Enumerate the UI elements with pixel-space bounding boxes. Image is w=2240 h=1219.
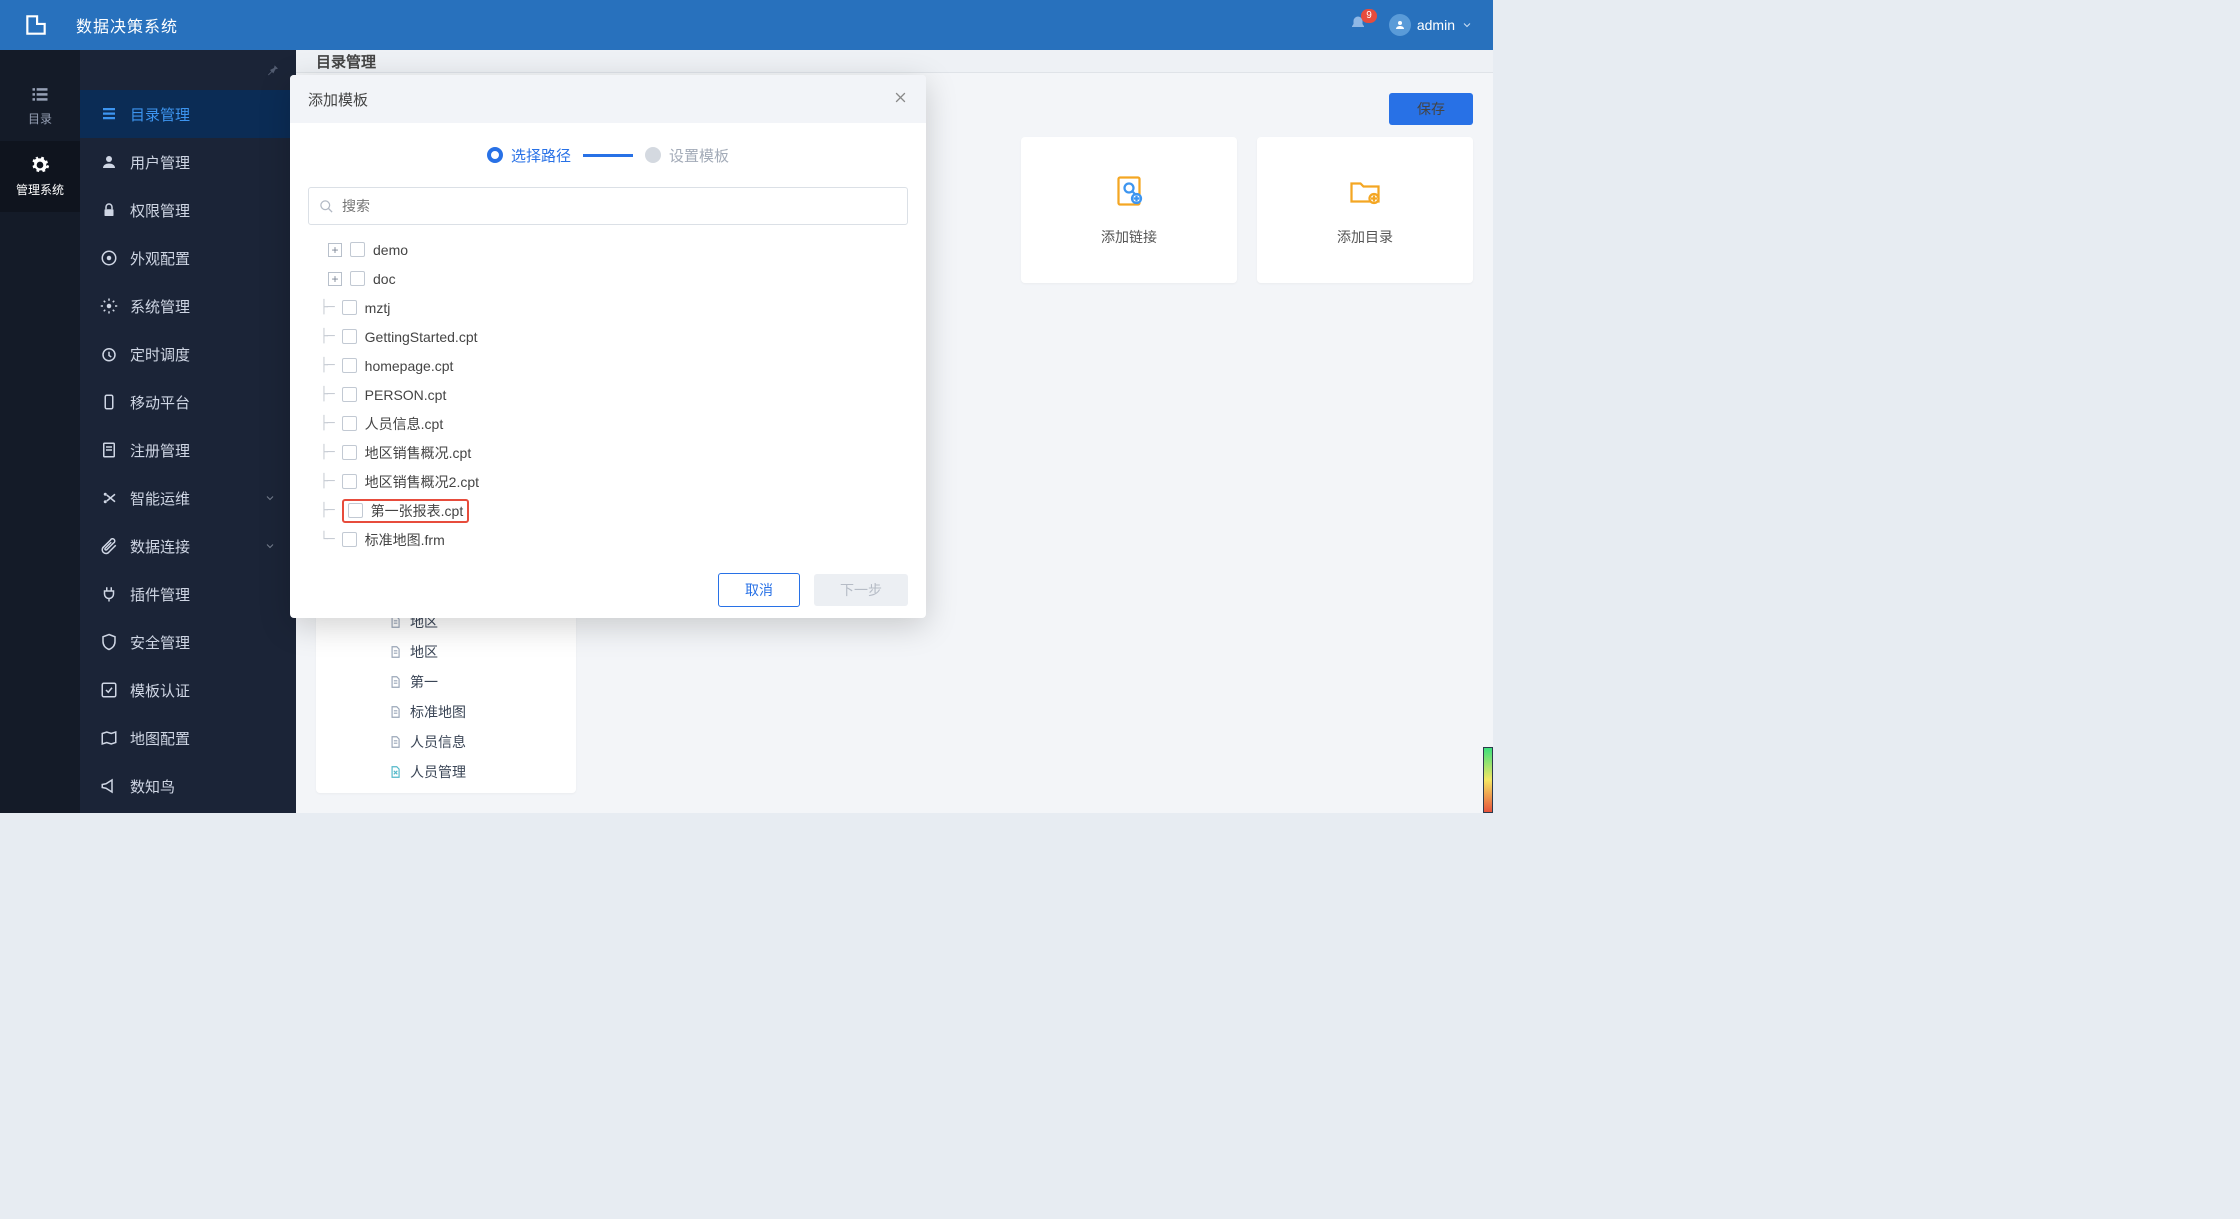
file-tree-node[interactable]: ├─mztj [308,293,908,322]
file-tree-node[interactable]: + doc [308,264,908,293]
cancel-button[interactable]: 取消 [718,573,800,607]
checkbox[interactable] [350,271,365,286]
next-button[interactable]: 下一步 [814,574,908,606]
step-dot-inactive-icon [645,147,661,163]
file-label: doc [373,271,396,287]
step-line [583,154,633,157]
checkbox[interactable] [342,416,357,431]
file-tree-node[interactable]: ├─地区销售概况2.cpt [308,467,908,496]
file-label: PERSON.cpt [365,387,447,403]
audio-meter [1483,747,1493,813]
file-tree-node[interactable]: └─标准地图.frm [308,525,908,554]
modal-search-input[interactable] [342,198,897,214]
file-tree-node[interactable]: ├─GettingStarted.cpt [308,322,908,351]
checkbox[interactable] [342,445,357,460]
modal-search[interactable] [308,187,908,225]
modal-steps: 选择路径 设置模板 [290,123,926,187]
file-tree-node[interactable]: ├─地区销售概况.cpt [308,438,908,467]
file-label: mztj [365,300,391,316]
file-tree-node[interactable]: + demo [308,235,908,264]
file-label: 地区销售概况.cpt [365,443,472,463]
checkbox[interactable] [342,300,357,315]
expand-icon[interactable]: + [328,272,342,286]
file-label: 标准地图.frm [365,530,445,550]
checkbox[interactable] [342,474,357,489]
file-tree-node[interactable]: ├─第一张报表.cpt [308,496,908,525]
expand-icon[interactable]: + [328,243,342,257]
file-label: 人员信息.cpt [365,414,444,434]
file-label: demo [373,242,408,258]
step2-label: 设置模板 [669,145,729,166]
add-template-modal: 添加模板 选择路径 设置模板 + demo + doc ├─mztj├─GettingS… [290,75,926,618]
checkbox[interactable] [342,532,357,547]
file-tree-node[interactable]: ├─homepage.cpt [308,351,908,380]
file-tree-node[interactable]: ├─PERSON.cpt [308,380,908,409]
checkbox[interactable] [342,387,357,402]
search-icon [319,199,334,214]
step1-label: 选择路径 [511,145,571,166]
file-label: homepage.cpt [365,358,454,374]
file-tree-node[interactable]: ├─人员信息.cpt [308,409,908,438]
checkbox[interactable] [342,358,357,373]
file-label: 地区销售概况2.cpt [365,472,479,492]
checkbox[interactable] [342,329,357,344]
checkbox[interactable] [348,503,363,518]
step-dot-active-icon [487,147,503,163]
close-icon[interactable] [893,90,908,109]
modal-title: 添加模板 [308,89,368,110]
file-label: GettingStarted.cpt [365,329,478,345]
step-select-path: 选择路径 [487,145,571,166]
file-label: 第一张报表.cpt [371,501,464,521]
step-set-template: 设置模板 [645,145,729,166]
checkbox[interactable] [350,242,365,257]
